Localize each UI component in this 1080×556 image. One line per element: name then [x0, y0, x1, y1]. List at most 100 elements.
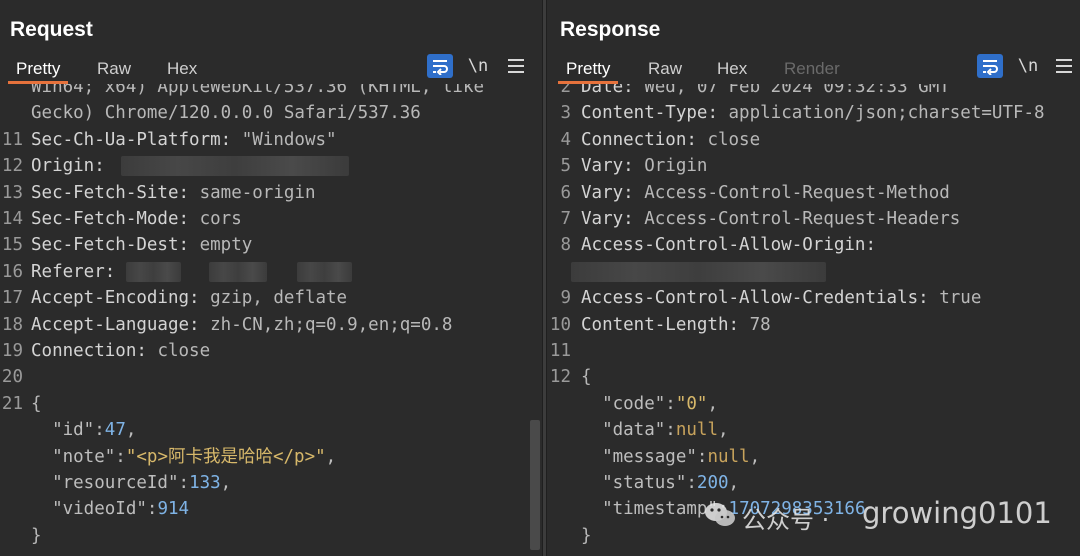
header-separator: : [918, 288, 940, 309]
header-name: Sec-Fetch-Dest [31, 235, 179, 256]
json-comma: , [728, 473, 740, 493]
line-number: 4 [560, 129, 571, 150]
line-number: 20 [1, 367, 23, 388]
json-value: 47 [104, 420, 126, 441]
code-text: } [581, 523, 592, 549]
json-value: 914 [157, 499, 190, 520]
code-text: Referer: [31, 259, 352, 285]
json-comma: , [220, 473, 232, 493]
line-number: 7 [560, 209, 571, 229]
response-pane: Response Pretty Raw Hex Render \n 2 Date:… [547, 0, 1080, 556]
request-editor[interactable]: Win64; x64) AppleWebKit/537.36 (KHTML, l… [0, 84, 542, 556]
header-value: Wed, 07 Feb 2024 09:32:33 GMT [644, 84, 950, 97]
header-name: Connection [31, 341, 137, 361]
header-value: 78 [749, 314, 771, 335]
header-name: Sec-Fetch-Mode [31, 209, 179, 229]
hamburger-menu-icon [508, 59, 524, 73]
line-number: 21 [1, 393, 23, 414]
request-tab-hex[interactable]: Hex [167, 56, 197, 82]
json-value: "0" [675, 393, 708, 414]
header-name: Access-Control-Allow-Origin [581, 235, 866, 256]
line-number: 5 [560, 156, 571, 177]
json-key: "timestamp" [602, 499, 718, 520]
json-colon: : [178, 473, 190, 493]
request-tabs: Pretty Raw Hex [0, 56, 542, 84]
code-text: Access-Control-Allow-Credentials: true [581, 285, 981, 311]
code-text: "status":200, [581, 470, 739, 496]
json-value: 200 [696, 473, 729, 493]
line-number: 18 [1, 314, 23, 335]
code-text: Sec-Fetch-Mode: cors [31, 206, 242, 232]
code-text: Content-Length: 78 [581, 312, 771, 338]
header-separator: : [136, 341, 158, 361]
request-tab-pretty[interactable]: Pretty [7, 56, 69, 84]
request-show-newlines-button[interactable]: \n [465, 54, 491, 78]
header-name: Vary [581, 182, 624, 203]
code-text: Origin: [31, 153, 350, 179]
code-text: Gecko) Chrome/120.0.0.0 Safari/537.36 [31, 100, 421, 126]
json-key: "id" [52, 420, 95, 441]
header-value: close [707, 129, 761, 150]
header-separator: : [623, 209, 645, 229]
code-text [571, 259, 826, 285]
line-number: 3 [560, 103, 571, 124]
code-content: { [581, 367, 592, 388]
header-separator: : [707, 103, 729, 124]
json-colon: : [665, 420, 676, 441]
request-tab-raw[interactable]: Raw [97, 56, 131, 82]
code-text: "data":null, [581, 417, 729, 443]
response-tab-pretty[interactable]: Pretty [557, 56, 619, 84]
code-content: } [581, 525, 592, 546]
header-name: Vary [581, 209, 624, 229]
response-show-newlines-button[interactable]: \n [1015, 54, 1041, 78]
header-separator: : [94, 156, 116, 177]
header-separator: : [623, 182, 645, 203]
json-comma: , [718, 420, 729, 441]
line-number: 14 [1, 209, 23, 229]
code-text: Sec-Fetch-Dest: empty [31, 232, 252, 258]
code-text: { [31, 391, 42, 417]
json-colon: : [115, 446, 126, 467]
response-menu-button[interactable] [1051, 54, 1077, 78]
line-number: 12 [549, 367, 571, 388]
redacted-value [125, 261, 181, 282]
json-comma: , [125, 420, 137, 441]
code-text: } [31, 523, 42, 549]
code-text: Accept-Encoding: gzip, deflate [31, 285, 347, 311]
header-separator: : [220, 129, 242, 150]
request-scrollbar[interactable] [530, 420, 540, 550]
header-separator: : [623, 156, 645, 177]
response-tab-raw[interactable]: Raw [648, 56, 682, 82]
redacted-value [296, 261, 352, 282]
response-word-wrap-button[interactable] [977, 54, 1003, 78]
header-name: Origin [31, 156, 95, 177]
request-pane: Request Pretty Raw Hex \n Win64; x64) Ap… [0, 0, 542, 556]
header-value: Access-Control-Request-Headers [644, 209, 961, 229]
header-name: Sec-Ch-Ua-Platform [31, 129, 221, 150]
header-separator: : [189, 314, 211, 335]
code-text: "videoId":914 [31, 496, 189, 522]
response-editor[interactable]: 2 Date: Wed, 07 Feb 2024 09:32:33 GMT 3 Con… [547, 84, 1080, 556]
response-tab-hex[interactable]: Hex [717, 56, 747, 82]
json-colon: : [146, 499, 158, 520]
request-word-wrap-button[interactable] [427, 54, 453, 78]
code-text: Win64; x64) AppleWebKit/537.36 (KHTML, l… [31, 84, 484, 100]
line-number: 10 [549, 314, 571, 335]
redacted-value [208, 261, 267, 282]
header-name: Connection [581, 129, 687, 150]
response-tab-render[interactable]: Render [784, 56, 840, 82]
request-menu-button[interactable] [503, 54, 529, 78]
request-title: Request [10, 18, 93, 41]
header-name: Referer [31, 261, 105, 282]
json-key: "code" [602, 393, 666, 414]
header-name: Accept-Language [31, 314, 190, 335]
code-text: Vary: Origin [581, 153, 707, 179]
header-value: gzip, deflate [210, 288, 348, 309]
header-value: Access-Control-Request-Method [644, 182, 950, 203]
